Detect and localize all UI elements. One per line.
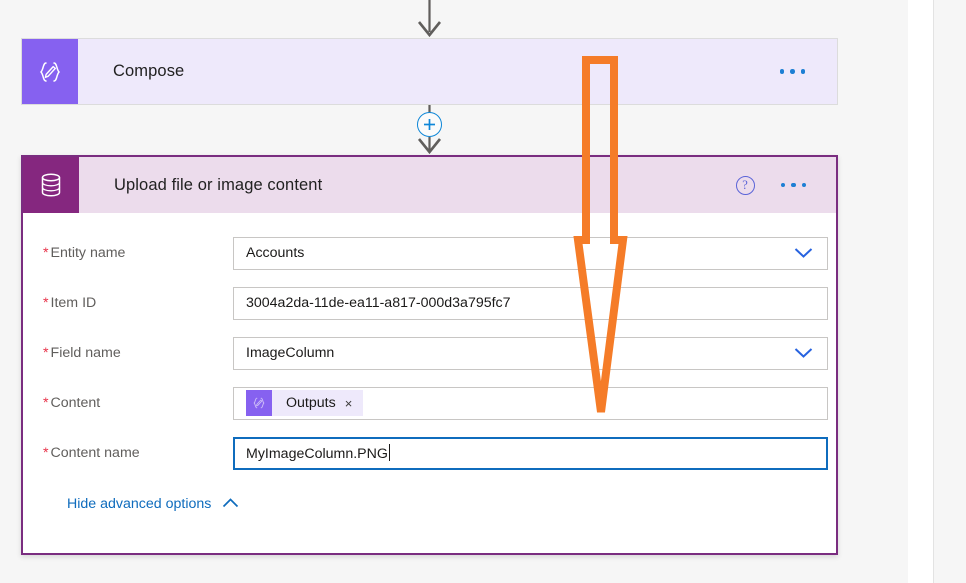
item-id-value: 3004a2da-11de-ea11-a817-000d3a795fc7 <box>246 295 511 311</box>
token-label: Outputs <box>286 395 336 411</box>
field-name-dropdown[interactable]: ImageColumn <box>233 336 828 370</box>
field-row-field-name: * Field name ImageColumn <box>23 328 836 378</box>
field-label-entity-name: * Entity name <box>43 245 233 261</box>
compose-overflow-menu-button[interactable] <box>779 69 805 74</box>
upload-overflow-menu-button[interactable] <box>780 182 806 188</box>
field-row-content-name: * Content name MyImageColumn.PNG <box>23 428 836 478</box>
required-marker: * <box>43 345 49 361</box>
dynamic-content-token[interactable]: Outputs × <box>246 390 364 416</box>
field-label-item-id: * Item ID <box>43 295 233 311</box>
ellipsis-dot <box>779 69 784 74</box>
required-marker: * <box>43 245 49 261</box>
help-icon[interactable]: ? <box>735 175 755 195</box>
hide-advanced-options-link[interactable]: Hide advanced options <box>67 496 239 512</box>
field-label-text: Content name <box>50 445 140 461</box>
content-name-input[interactable]: MyImageColumn.PNG <box>233 436 828 470</box>
required-marker: * <box>43 395 49 411</box>
flow-designer-canvas: Compose Upload file or image content ? *… <box>0 0 966 583</box>
content-input[interactable]: Outputs × <box>233 386 828 420</box>
item-id-input[interactable]: 3004a2da-11de-ea11-a817-000d3a795fc7 <box>233 286 828 320</box>
plus-icon <box>424 119 435 130</box>
scrollbar-edge-divider <box>933 0 934 583</box>
upload-step-form: * Entity name Accounts * Item ID 3004a2da-… <box>23 213 836 513</box>
upload-step-header[interactable]: Upload file or image content ? <box>23 157 836 213</box>
text-cursor <box>388 444 390 461</box>
content-name-text: MyImageColumn.PNG <box>246 446 388 462</box>
database-cylinder-icon <box>23 157 79 213</box>
field-name-value: ImageColumn <box>246 345 335 361</box>
entity-name-value: Accounts <box>246 245 305 261</box>
field-label-text: Entity name <box>50 245 126 261</box>
ellipsis-dot <box>791 182 796 188</box>
close-icon[interactable]: × <box>345 397 364 410</box>
required-marker: * <box>43 445 49 461</box>
vertical-scrollbar-track[interactable] <box>908 0 933 583</box>
upload-step-title: Upload file or image content <box>114 175 323 194</box>
hide-advanced-options-label: Hide advanced options <box>67 496 212 512</box>
ellipsis-dot <box>790 69 795 74</box>
field-row-item-id: * Item ID 3004a2da-11de-ea11-a817-000d3a7… <box>23 278 836 328</box>
field-label-text: Item ID <box>50 295 97 311</box>
compose-step-title: Compose <box>113 62 185 80</box>
field-label-text: Field name <box>50 345 121 361</box>
ellipsis-dot <box>801 182 806 188</box>
compose-step-card[interactable]: Compose <box>21 38 838 105</box>
field-label-content-name: * Content name <box>43 445 233 461</box>
field-label-content: * Content <box>43 395 233 411</box>
add-step-button[interactable] <box>417 112 442 137</box>
field-row-entity-name: * Entity name Accounts <box>23 228 836 278</box>
upload-step-card[interactable]: Upload file or image content ? * Entity n… <box>21 155 838 555</box>
ellipsis-dot <box>780 182 785 188</box>
field-row-content: * Content Outputs × <box>23 378 836 428</box>
entity-name-dropdown[interactable]: Accounts <box>233 236 828 270</box>
ellipsis-dot <box>800 69 805 74</box>
compose-braces-pencil-icon <box>246 390 272 416</box>
content-name-value: MyImageColumn.PNG <box>235 444 390 462</box>
field-label-field-name: * Field name <box>43 345 233 361</box>
compose-braces-pencil-icon <box>22 39 78 104</box>
chevron-down-icon[interactable] <box>794 348 813 359</box>
required-marker: * <box>43 295 49 311</box>
chevron-down-icon[interactable] <box>794 248 813 259</box>
chevron-up-icon <box>222 496 239 512</box>
field-label-text: Content <box>50 395 101 411</box>
